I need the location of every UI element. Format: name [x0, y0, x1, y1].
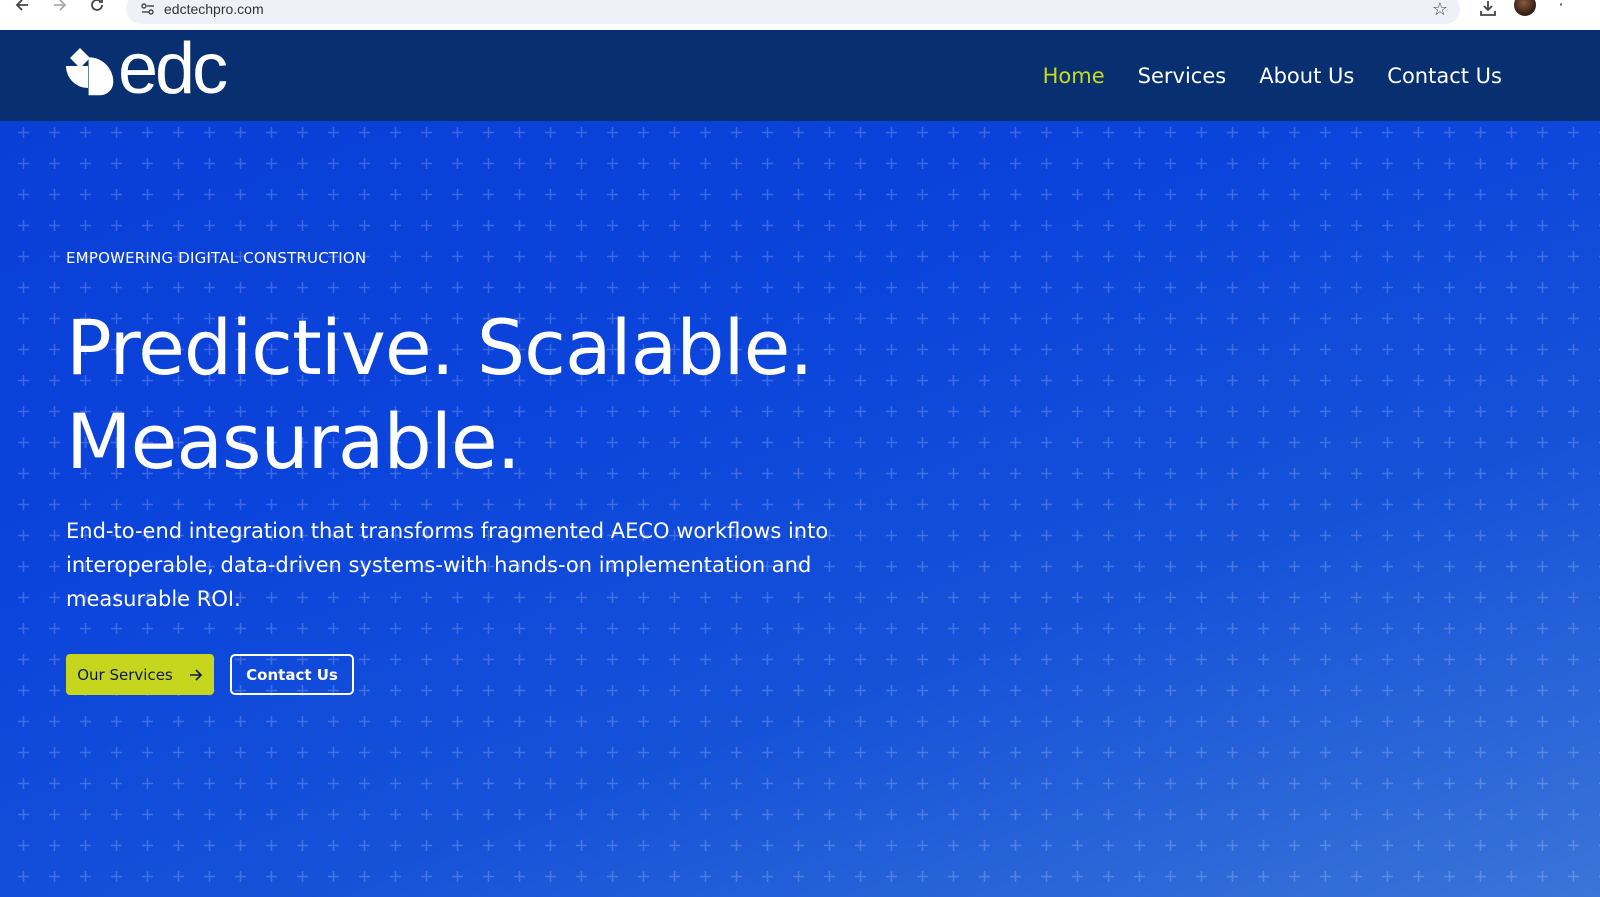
browser-toolbar: edctechpro.com ☆ ⋮: [0, 0, 1600, 30]
site-info-icon[interactable]: [140, 1, 156, 17]
headline-line-1: Predictive. Scalable.: [66, 303, 813, 392]
plus-pattern-background: [0, 121, 1600, 897]
nav-about-us[interactable]: About Us: [1259, 64, 1354, 88]
nav-contact-us[interactable]: Contact Us: [1387, 64, 1502, 88]
hero-section: EMPOWERING DIGITAL CONSTRUCTION Predicti…: [0, 121, 1600, 897]
nav-home[interactable]: Home: [1043, 64, 1105, 88]
main-nav: Home Services About Us Contact Us: [1043, 64, 1502, 88]
nav-services[interactable]: Services: [1138, 64, 1227, 88]
hero-eyebrow: EMPOWERING DIGITAL CONSTRUCTION: [66, 249, 367, 267]
hero-headline: Predictive. Scalable. Measurable.: [66, 301, 813, 489]
url-text: edctechpro.com: [164, 1, 264, 17]
star-icon[interactable]: ☆: [1432, 0, 1448, 20]
profile-avatar[interactable]: [1514, 0, 1536, 16]
address-bar[interactable]: edctechpro.com ☆: [126, 0, 1460, 24]
site-header: edc Home Services About Us Contact Us: [0, 30, 1600, 121]
our-services-button[interactable]: Our Services: [66, 654, 214, 695]
hero-description: End-to-end integration that transforms f…: [66, 519, 829, 611]
contact-us-label: Contact Us: [246, 665, 338, 684]
download-icon[interactable]: [1478, 0, 1498, 18]
logo-text: edc: [118, 29, 228, 109]
forward-icon[interactable]: [42, 0, 78, 20]
back-icon[interactable]: [4, 0, 40, 20]
headline-line-2: Measurable.: [66, 397, 521, 486]
reload-icon[interactable]: [79, 0, 115, 20]
more-vert-icon[interactable]: ⋮: [1553, 0, 1569, 8]
logo[interactable]: edc: [66, 33, 228, 105]
our-services-label: Our Services: [77, 665, 173, 684]
arrow-right-icon: [189, 668, 202, 681]
logo-mark-icon: [66, 48, 114, 96]
contact-us-button[interactable]: Contact Us: [230, 654, 354, 695]
